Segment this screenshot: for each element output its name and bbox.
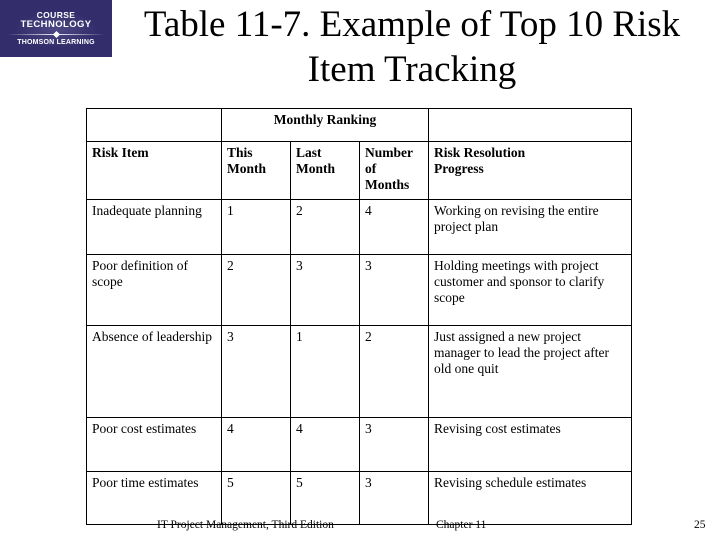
logo-divider-ornament [9, 32, 103, 37]
cell-this-month: 2 [221, 254, 291, 326]
column-header-number-of-months-line2: of Months [365, 160, 410, 192]
cell-risk-item: Poor definition of scope [86, 254, 222, 326]
column-header-risk-item: Risk Item [86, 141, 222, 200]
group-header-blank-right [428, 108, 632, 142]
cell-last-month: 4 [290, 417, 360, 472]
cell-number-of-months: 3 [359, 254, 429, 326]
column-header-number-of-months-line1: Number [365, 145, 413, 160]
cell-risk-item: Poor time estimates [86, 471, 222, 525]
footer-page-number: 25 [694, 519, 706, 531]
cell-this-month: 3 [221, 325, 291, 418]
table-column-header-row: Risk Item This Month Last Month Number o… [86, 141, 632, 200]
column-header-this-month-line2: Month [227, 160, 267, 176]
column-header-progress-line1: Risk Resolution [434, 145, 526, 160]
slide-footer: IT Project Management, Third Edition Cha… [0, 519, 720, 539]
page-title: Table 11-7. Example of Top 10 Risk Item … [143, 4, 681, 91]
cell-progress: Just assigned a new project manager to l… [428, 325, 632, 418]
cell-last-month: 1 [290, 325, 360, 418]
table-group-header-row: Monthly Ranking [86, 108, 632, 142]
column-header-number-of-months: Number of Months [359, 141, 429, 200]
cell-last-month: 3 [290, 254, 360, 326]
logo-line-thomson-learning: THOMSON LEARNING [17, 38, 95, 46]
risk-item-tracking-table: Monthly Ranking Risk Item This Month Las… [86, 108, 632, 525]
course-technology-logo: COURSE TECHNOLOGY THOMSON LEARNING [0, 0, 112, 57]
cell-risk-item: Absence of leadership [86, 325, 222, 418]
group-header-monthly-ranking: Monthly Ranking [221, 108, 429, 142]
column-header-risk-item-line1: Risk Item [92, 145, 149, 160]
cell-progress: Revising schedule estimates [428, 471, 632, 525]
table-row: Poor cost estimates 4 4 3 Revising cost … [86, 417, 632, 472]
cell-this-month: 1 [221, 199, 291, 255]
cell-number-of-months: 3 [359, 471, 429, 525]
table-header: Monthly Ranking Risk Item This Month Las… [86, 108, 632, 200]
cell-progress: Working on revising the entire project p… [428, 199, 632, 255]
cell-number-of-months: 2 [359, 325, 429, 418]
group-header-blank-left [86, 108, 222, 142]
table-body: Inadequate planning 1 2 4 Working on rev… [86, 199, 632, 525]
cell-risk-item: Poor cost estimates [86, 417, 222, 472]
footer-chapter: Chapter 11 [436, 519, 487, 531]
cell-last-month: 5 [290, 471, 360, 525]
column-header-this-month-line1: This [227, 145, 253, 160]
table-row: Poor time estimates 5 5 3 Revising sched… [86, 471, 632, 525]
logo-line-technology: TECHNOLOGY [20, 18, 92, 30]
cell-risk-item: Inadequate planning [86, 199, 222, 255]
table-row: Inadequate planning 1 2 4 Working on rev… [86, 199, 632, 255]
cell-this-month: 5 [221, 471, 291, 525]
column-header-last-month-line2: Month [296, 160, 336, 176]
column-header-progress-line2: Progress [434, 160, 484, 176]
cell-progress: Revising cost estimates [428, 417, 632, 472]
cell-number-of-months: 4 [359, 199, 429, 255]
cell-last-month: 2 [290, 199, 360, 255]
footer-book-title: IT Project Management, Third Edition [157, 519, 334, 531]
table-row: Poor definition of scope 2 3 3 Holding m… [86, 254, 632, 326]
cell-progress: Holding meetings with project customer a… [428, 254, 632, 326]
column-header-last-month-line1: Last [296, 145, 322, 160]
table-row: Absence of leadership 3 1 2 Just assigne… [86, 325, 632, 418]
column-header-last-month: Last Month [290, 141, 360, 200]
column-header-risk-resolution-progress: Risk Resolution Progress [428, 141, 632, 200]
column-header-this-month: This Month [221, 141, 291, 200]
cell-this-month: 4 [221, 417, 291, 472]
cell-number-of-months: 3 [359, 417, 429, 472]
